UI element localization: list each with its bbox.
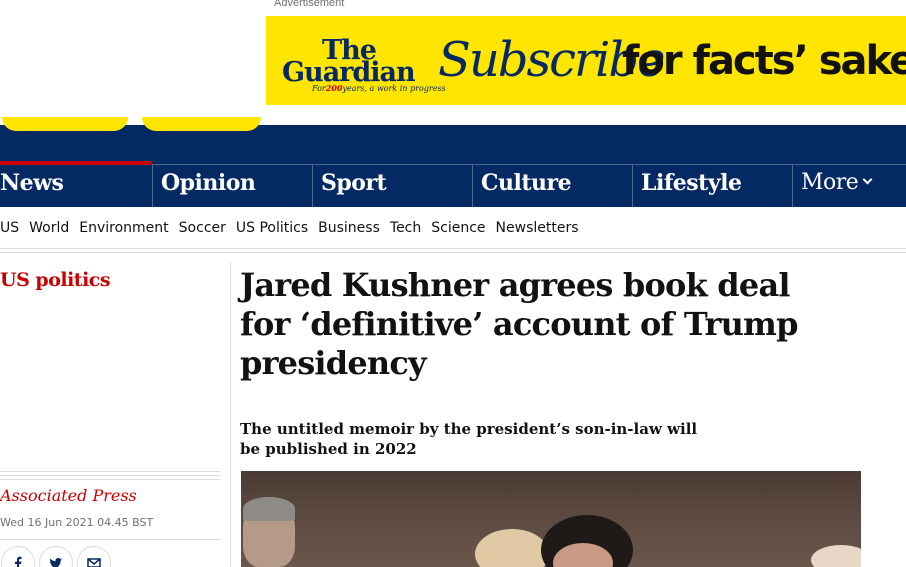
guardian-ad-logo: The Guardian For200years, a work in prog… [282, 35, 446, 94]
subnav-world[interactable]: World [29, 220, 69, 236]
ad-logo-tagline: For200years, a work in progress [312, 83, 446, 93]
facebook-icon [15, 556, 22, 567]
article-meta-column: US politics Associated Press Wed 16 Jun … [0, 262, 220, 567]
ad-slot: Advertisement The Guardian For200years, … [0, 0, 906, 125]
pillar-culture[interactable]: Culture [472, 165, 632, 207]
pillar-news[interactable]: News [0, 161, 152, 207]
more-menu-button[interactable]: More [792, 165, 906, 207]
pillar-nav: News Opinion Sport Culture Lifestyle Mor… [0, 161, 906, 207]
divider [0, 539, 220, 540]
ad-headline-bold: for facts’ sake [622, 38, 906, 84]
subnav-us[interactable]: US [0, 220, 19, 236]
facebook-share-button[interactable] [1, 546, 35, 567]
subnav-environment[interactable]: Environment [79, 220, 168, 236]
more-label: More [801, 170, 859, 195]
subscribe-ad-banner[interactable]: The Guardian For200years, a work in prog… [266, 16, 906, 105]
email-icon [87, 558, 101, 567]
subnav-business[interactable]: Business [318, 220, 380, 236]
article-standfirst: The untitled memoir by the president’s s… [240, 420, 698, 458]
masthead: News Opinion Sport Culture Lifestyle Mor… [0, 117, 906, 207]
sub-navigation: US World Environment Soccer US Politics … [0, 207, 906, 249]
divider [0, 252, 906, 253]
support-button[interactable] [2, 117, 128, 131]
subnav-soccer[interactable]: Soccer [179, 220, 226, 236]
divider [0, 471, 220, 481]
subscribe-button[interactable] [142, 117, 261, 131]
article-headline: Jared Kushner agrees book deal for ‘defi… [240, 266, 799, 382]
section-link[interactable]: US politics [0, 269, 111, 291]
ad-label: Advertisement [274, 0, 345, 9]
subnav-science[interactable]: Science [431, 220, 485, 236]
subnav-us-politics[interactable]: US Politics [236, 220, 308, 236]
twitter-share-button[interactable] [39, 546, 73, 567]
article-hero-image [241, 471, 861, 567]
chevron-down-icon [862, 174, 873, 185]
publish-date[interactable]: Wed 16 Jun 2021 04.45 BST [0, 516, 153, 529]
subnav-newsletters[interactable]: Newsletters [496, 220, 579, 236]
twitter-icon [49, 558, 62, 567]
pillar-sport[interactable]: Sport [312, 165, 472, 207]
email-share-button[interactable] [77, 546, 111, 567]
pillar-opinion[interactable]: Opinion [152, 165, 312, 207]
pillar-lifestyle[interactable]: Lifestyle [632, 165, 792, 207]
subnav-tech[interactable]: Tech [390, 220, 421, 236]
divider [230, 262, 231, 567]
byline[interactable]: Associated Press [0, 486, 137, 505]
